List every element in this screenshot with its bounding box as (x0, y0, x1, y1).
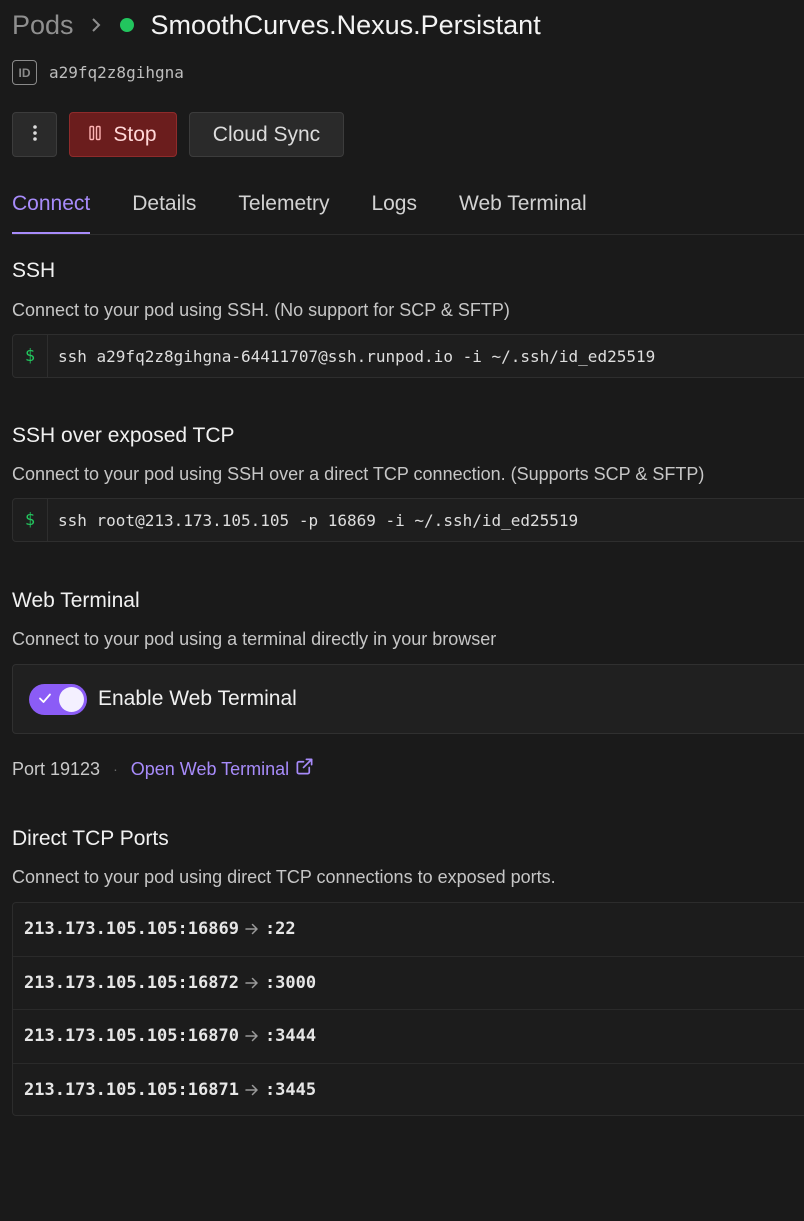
enable-web-terminal-toggle[interactable] (29, 683, 87, 715)
arrow-right-icon (245, 1083, 259, 1097)
port-internal: :22 (264, 919, 296, 940)
direct-tcp-ports-list: 213.173.105.105:16869 :22 213.173.105.10… (12, 902, 804, 1116)
pod-id-row: ID a29fq2z8gihgna (12, 60, 184, 85)
port-internal: :3000 (264, 972, 317, 993)
cloud-sync-button[interactable]: Cloud Sync (189, 112, 344, 157)
list-item[interactable]: 213.173.105.105:16870 :3444 (13, 1010, 804, 1064)
status-dot-icon (119, 18, 134, 32)
open-web-terminal-link[interactable]: Open Web Terminal (131, 757, 314, 781)
tab-connect[interactable]: Connect (12, 180, 91, 234)
ssh-tcp-section-description: Connect to your pod using SSH over a dir… (12, 464, 705, 484)
list-item[interactable]: 213.173.105.105:16872 :3000 (13, 957, 804, 1010)
arrow-right-icon (245, 976, 259, 990)
web-terminal-toggle-panel: Enable Web Terminal (12, 664, 804, 734)
enable-web-terminal-label: Enable Web Terminal (98, 687, 297, 710)
stop-label: Stop (113, 122, 157, 146)
chevron-right-icon (90, 17, 102, 33)
arrow-right-icon (245, 922, 259, 936)
tab-details[interactable]: Details (132, 180, 196, 234)
vertical-ellipsis-icon (32, 123, 37, 147)
pod-id[interactable]: a29fq2z8gihgna (49, 63, 184, 82)
port-external-address: 213.173.105.105:16872 (24, 972, 239, 993)
stop-button[interactable]: Stop (69, 112, 177, 157)
ssh-section-description: Connect to your pod using SSH. (No suppo… (12, 300, 510, 320)
arrow-right-icon (245, 1029, 259, 1043)
ssh-tcp-command-box[interactable]: $ ssh root@213.173.105.105 -p 16869 -i ~… (12, 498, 804, 542)
ssh-tcp-section-title: SSH over exposed TCP (12, 424, 235, 447)
ssh-section-title: SSH (12, 259, 56, 282)
list-item[interactable]: 213.173.105.105:16869 :22 (13, 903, 804, 957)
port-internal: :3444 (264, 1026, 317, 1047)
pod-connect-page: Pods SmoothCurves.Nexus.Persistant ID a2… (0, 0, 804, 1221)
pod-name: SmoothCurves.Nexus.Persistant (150, 9, 541, 40)
ssh-tcp-command[interactable]: ssh root@213.173.105.105 -p 16869 -i ~/.… (58, 511, 578, 530)
direct-tcp-section-title: Direct TCP Ports (12, 827, 169, 850)
tab-telemetry[interactable]: Telemetry (238, 180, 329, 234)
breadcrumb: Pods SmoothCurves.Nexus.Persistant (12, 8, 541, 42)
toggle-knob (59, 686, 84, 712)
tab-logs[interactable]: Logs (371, 180, 417, 234)
checkmark-icon (38, 691, 52, 710)
more-options-button[interactable] (12, 112, 57, 157)
terminal-prompt-icon: $ (13, 335, 48, 377)
port-external-address: 213.173.105.105:16871 (24, 1080, 239, 1101)
port-internal: :3445 (264, 1080, 317, 1101)
tab-bar: Connect Details Telemetry Logs Web Termi… (12, 180, 804, 235)
web-terminal-port-row: Port 19123 · Open Web Terminal (12, 757, 314, 781)
web-terminal-section-description: Connect to your pod using a terminal dir… (12, 629, 497, 649)
direct-tcp-section-description: Connect to your pod using direct TCP con… (12, 867, 556, 887)
breadcrumb-pods-link[interactable]: Pods (12, 10, 74, 41)
web-terminal-section-title: Web Terminal (12, 589, 140, 612)
port-external-address: 213.173.105.105:16869 (24, 919, 239, 940)
list-item[interactable]: 213.173.105.105:16871 :3445 (13, 1064, 804, 1118)
ssh-command[interactable]: ssh a29fq2z8gihgna-64411707@ssh.runpod.i… (58, 347, 655, 366)
tab-web-terminal[interactable]: Web Terminal (459, 180, 587, 234)
separator-dot: · (113, 761, 118, 777)
external-link-icon (295, 757, 314, 781)
open-web-terminal-label: Open Web Terminal (130, 758, 290, 779)
id-badge-icon: ID (12, 60, 37, 85)
terminal-prompt-icon: $ (13, 499, 48, 541)
web-terminal-port: Port 19123 (12, 758, 101, 779)
ssh-command-box[interactable]: $ ssh a29fq2z8gihgna-64411707@ssh.runpod… (12, 334, 804, 378)
action-bar: Stop Cloud Sync (12, 112, 344, 157)
port-external-address: 213.173.105.105:16870 (24, 1026, 239, 1047)
pause-icon (89, 123, 102, 147)
